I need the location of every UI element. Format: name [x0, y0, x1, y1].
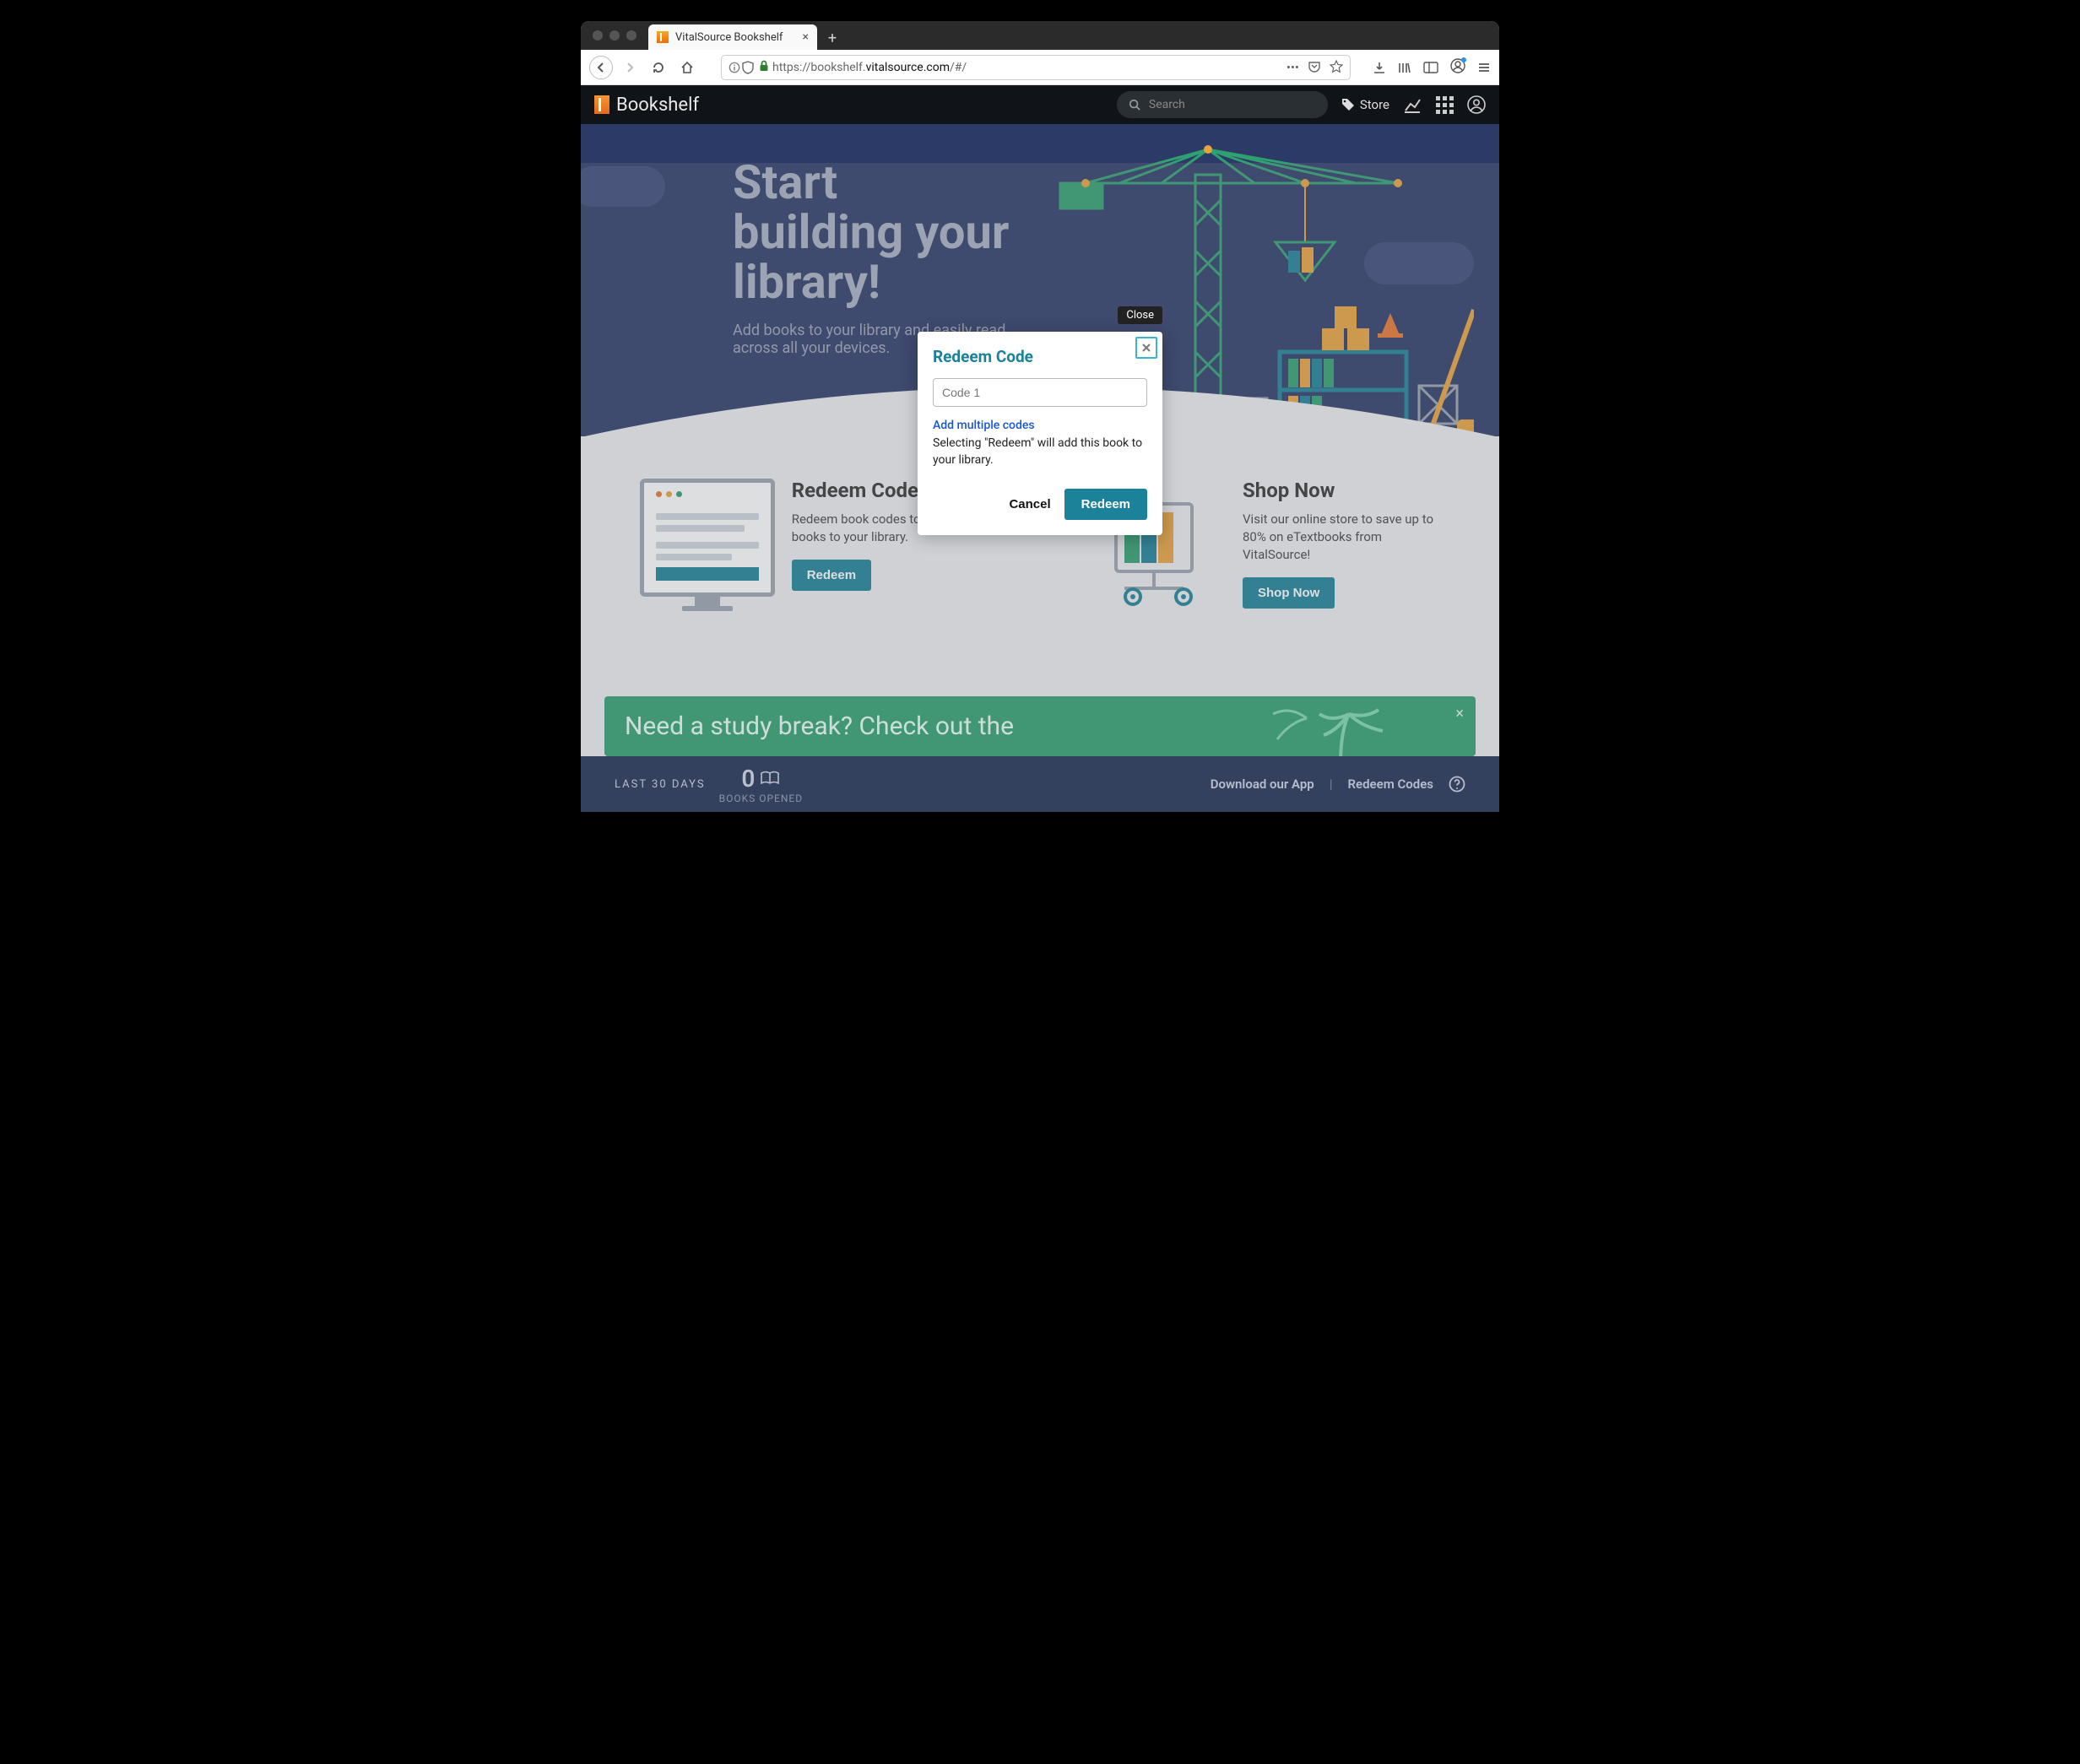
tag-icon: [1341, 98, 1355, 111]
new-tab-button[interactable]: +: [821, 26, 844, 50]
sidebar-icon[interactable]: [1423, 61, 1438, 74]
cancel-button[interactable]: Cancel: [1009, 497, 1050, 511]
home-icon: [680, 61, 694, 74]
titlebar: VitalSource Bookshelf × +: [581, 21, 1499, 50]
add-multiple-link[interactable]: Add multiple codes: [933, 419, 1147, 432]
info-icon: [729, 62, 740, 73]
tab-favicon: [657, 31, 669, 43]
brand-text: Bookshelf: [616, 95, 699, 116]
downloads-icon[interactable]: [1373, 61, 1386, 74]
close-icon: [1141, 343, 1151, 353]
content: Start building your library! Add books t…: [581, 124, 1499, 812]
home-button[interactable]: [675, 56, 699, 79]
browser-tab[interactable]: VitalSource Bookshelf ×: [648, 24, 817, 50]
address-bar[interactable]: https://bookshelf.vitalsource.com/#/ •••: [721, 55, 1351, 80]
traffic-zoom[interactable]: [626, 30, 636, 41]
apps-icon[interactable]: [1435, 95, 1454, 114]
code-input[interactable]: [933, 378, 1147, 407]
url-path: /#/: [950, 61, 967, 74]
shield-icon: [742, 61, 754, 74]
url-domain: vitalsource.com: [866, 61, 950, 74]
search-input[interactable]: Search: [1117, 91, 1328, 118]
arrow-right-icon: [623, 61, 636, 74]
lock-icon: [759, 60, 769, 75]
dialog-description: Selecting "Redeem" will add this book to…: [933, 436, 1147, 468]
reload-icon: [652, 61, 665, 74]
app-header: Bookshelf Search Store: [581, 85, 1499, 124]
reload-button[interactable]: [647, 56, 670, 79]
store-label: Store: [1360, 97, 1389, 112]
tab-close-icon[interactable]: ×: [803, 30, 809, 44]
store-link[interactable]: Store: [1341, 97, 1389, 112]
pocket-icon[interactable]: [1308, 60, 1321, 73]
search-icon: [1129, 99, 1140, 111]
arrow-left-icon: [594, 61, 608, 74]
tabbar: VitalSource Bookshelf × +: [648, 21, 844, 50]
brand[interactable]: Bookshelf: [594, 95, 699, 116]
redeem-dialog: Close Redeem Code Add multiple codes Sel…: [918, 332, 1162, 535]
urlbar: https://bookshelf.vitalsource.com/#/ •••: [581, 50, 1499, 85]
profile-icon[interactable]: [1467, 95, 1486, 114]
brand-icon: [594, 95, 609, 114]
menu-icon[interactable]: [1477, 61, 1491, 74]
url-more-icon[interactable]: •••: [1286, 60, 1299, 75]
close-tooltip: Close: [1118, 306, 1162, 324]
window-controls: [581, 30, 648, 41]
back-button[interactable]: [589, 56, 613, 79]
dialog-close-button[interactable]: [1135, 337, 1157, 359]
bookmark-star-icon[interactable]: [1330, 60, 1343, 73]
forward-button: [618, 56, 642, 79]
search-placeholder: Search: [1149, 98, 1185, 111]
redeem-submit-button[interactable]: Redeem: [1064, 489, 1147, 520]
traffic-minimize[interactable]: [609, 30, 620, 41]
url-prefix: https://bookshelf.: [772, 61, 866, 74]
dialog-title: Redeem Code: [933, 347, 1147, 366]
account-icon[interactable]: [1450, 58, 1465, 77]
traffic-close[interactable]: [593, 30, 603, 41]
tab-title: VitalSource Bookshelf: [675, 31, 783, 44]
library-icon[interactable]: [1398, 61, 1411, 74]
graph-icon[interactable]: [1403, 95, 1422, 114]
